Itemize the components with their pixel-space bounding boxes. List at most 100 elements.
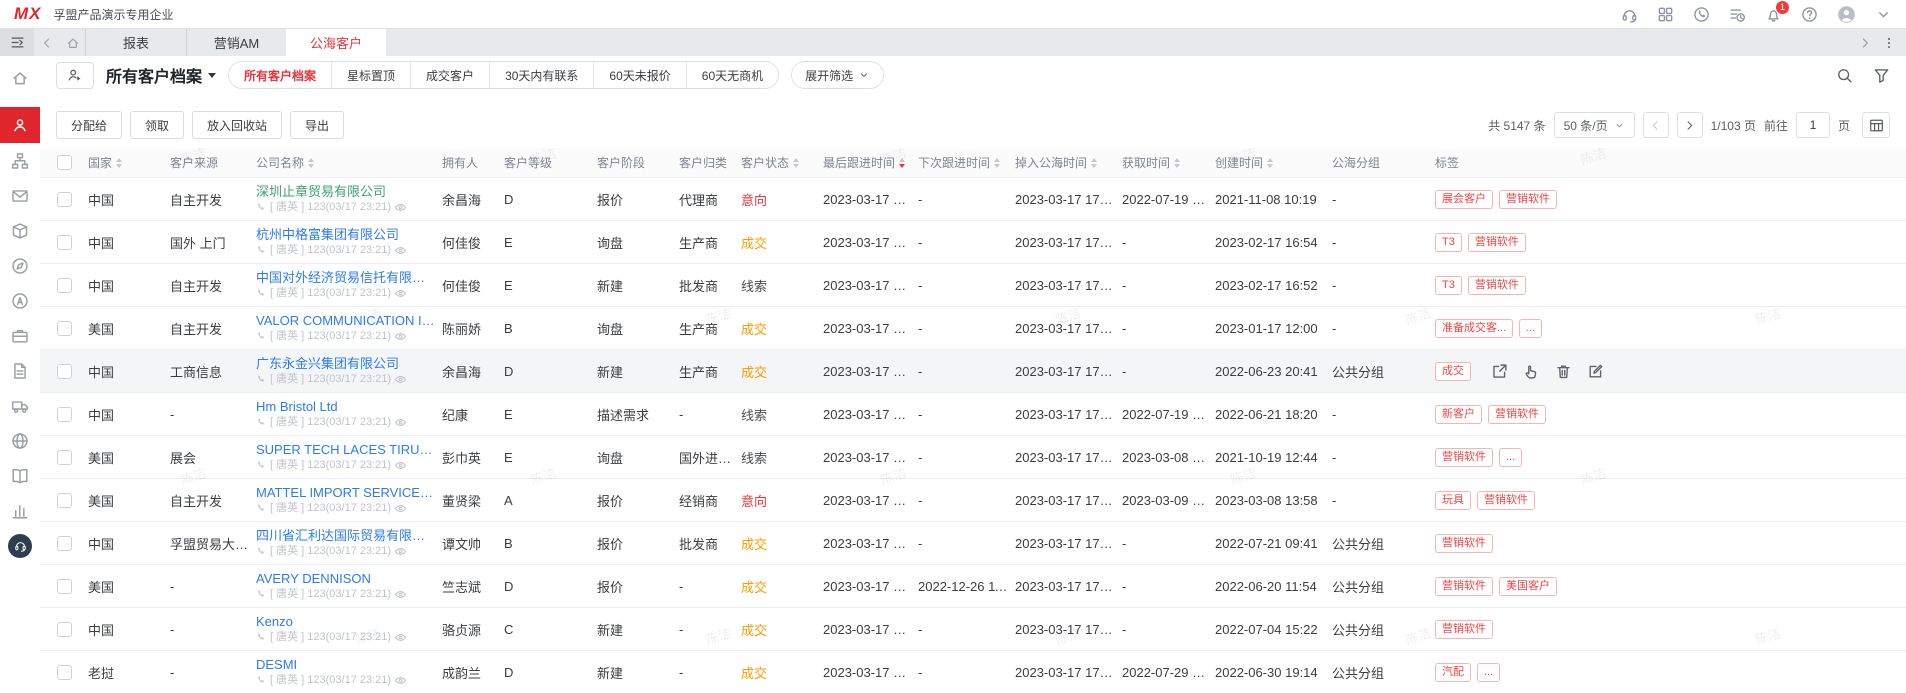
tabs-menu-kebab-icon[interactable] — [1882, 36, 1896, 50]
support-icon[interactable] — [1621, 6, 1638, 23]
sidebar-item-documents[interactable] — [0, 353, 40, 388]
page-size-select[interactable]: 50 条/页 — [1553, 112, 1635, 138]
row-checkbox[interactable] — [56, 363, 72, 379]
action-button-放入回收站[interactable]: 放入回收站 — [192, 111, 283, 139]
sidebar-item-service-chat[interactable] — [0, 528, 40, 563]
table-row[interactable]: 中国 自主开发 深圳止章贸易有限公司[ 唐英 ] 123(03/17 23:21) 余… — [40, 178, 1906, 221]
sort-icon[interactable] — [1091, 155, 1098, 171]
next-page-button[interactable] — [1676, 112, 1703, 138]
help-icon[interactable] — [1801, 6, 1818, 23]
sort-icon[interactable] — [1174, 155, 1181, 171]
sidebar-item-home[interactable] — [0, 60, 40, 95]
user-menu-caret-icon[interactable] — [1875, 6, 1892, 23]
whatsapp-icon[interactable] — [1693, 6, 1710, 23]
company-name-link[interactable]: AVERY DENNISON — [256, 571, 436, 587]
column-header-最后跟进时间[interactable]: 最后跟进时间 — [823, 154, 918, 171]
company-name-link[interactable]: MATTEL IMPORT SERVICES LLC — [256, 485, 436, 501]
quick-filter-成交客户[interactable]: 成交客户 — [410, 62, 489, 88]
sidebar-item-business[interactable] — [0, 318, 40, 353]
row-checkbox[interactable] — [56, 578, 72, 594]
activity-log-icon[interactable] — [1729, 6, 1746, 23]
eye-icon[interactable] — [394, 545, 407, 558]
eye-icon[interactable] — [394, 201, 407, 214]
home-icon[interactable] — [60, 29, 86, 56]
apps-icon[interactable] — [1657, 6, 1674, 23]
quick-filter-所有客户档案[interactable]: 所有客户档案 — [229, 62, 331, 88]
view-selector[interactable]: 所有客户档案 — [106, 63, 217, 87]
sidebar-item-global-search[interactable] — [0, 423, 40, 458]
eye-icon[interactable] — [394, 287, 407, 300]
table-row[interactable]: 中国 - Hm Bristol Ltd[ 唐英 ] 123(03/17 23:21)… — [40, 393, 1906, 436]
table-row[interactable]: 老挝 - DESMI[ 唐英 ] 123(03/17 23:21) 成韵兰 D 新建 - 成交… — [40, 651, 1906, 693]
expand-filter-button[interactable]: 展开筛选 — [791, 61, 885, 89]
eye-icon[interactable] — [394, 459, 407, 472]
row-checkbox[interactable] — [56, 449, 72, 465]
row-checkbox[interactable] — [56, 277, 72, 293]
quick-filter-60天无商机[interactable]: 60天无商机 — [685, 62, 778, 88]
company-name-link[interactable]: 深圳止章贸易有限公司 — [256, 184, 436, 200]
tab-营销AM[interactable]: 营销AM — [186, 29, 286, 56]
filter-funnel-icon[interactable] — [1873, 67, 1890, 84]
table-row[interactable]: 中国 工商信息 广东永金兴集团有限公司[ 唐英 ] 123(03/17 23:21)… — [40, 350, 1906, 393]
sort-icon[interactable] — [1267, 155, 1274, 171]
row-checkbox[interactable] — [56, 664, 72, 680]
sort-icon[interactable] — [116, 155, 123, 171]
tab-报表[interactable]: 报表 — [86, 29, 186, 56]
company-name-link[interactable]: DESMI — [256, 657, 436, 673]
sidebar-item-mail[interactable] — [0, 178, 40, 213]
table-row[interactable]: 中国 - Kenzo[ 唐英 ] 123(03/17 23:21) 骆贞源 C 新建 - 成交… — [40, 608, 1906, 651]
customer-view-switch-button[interactable] — [56, 61, 94, 89]
action-button-分配给[interactable]: 分配给 — [56, 111, 123, 139]
edit-icon[interactable] — [1587, 363, 1604, 380]
sidebar-item-org[interactable] — [0, 143, 40, 178]
action-button-导出[interactable]: 导出 — [290, 111, 345, 139]
sidebar-item-logistics[interactable] — [0, 388, 40, 423]
table-row[interactable]: 美国 自主开发 VALOR COMMUNICATION INC[ 唐英 ] 123(… — [40, 307, 1906, 350]
sort-icon[interactable] — [899, 155, 906, 171]
eye-icon[interactable] — [394, 502, 407, 515]
table-row[interactable]: 美国 自主开发 MATTEL IMPORT SERVICES LLC[ 唐英 ] 1… — [40, 479, 1906, 522]
table-row[interactable]: 中国 孚盟贸易大数据 四川省汇利达国际贸易有限公司[ 唐英 ] 123(03/17 … — [40, 522, 1906, 565]
eye-icon[interactable] — [394, 631, 407, 644]
column-header-国家[interactable]: 国家 — [88, 154, 170, 171]
sidebar-item-customers[interactable] — [0, 107, 40, 143]
table-settings-button[interactable] — [1862, 112, 1890, 138]
search-icon[interactable] — [1836, 67, 1853, 84]
sort-icon[interactable] — [793, 155, 800, 171]
sidebar-item-products[interactable] — [0, 213, 40, 248]
row-checkbox[interactable] — [56, 320, 72, 336]
column-header-掉入公海时间[interactable]: 掉入公海时间 — [1015, 154, 1122, 171]
tabs-scroll-right-icon[interactable] — [1858, 36, 1872, 50]
sort-icon[interactable] — [308, 155, 315, 171]
notifications-icon[interactable]: 1 — [1765, 0, 1789, 23]
column-header-公司名称[interactable]: 公司名称 — [256, 154, 442, 171]
table-row[interactable]: 中国 国外 上门 杭州中格富集团有限公司[ 唐英 ] 123(03/17 23:21… — [40, 221, 1906, 264]
goto-page-input[interactable] — [1795, 112, 1830, 138]
quick-filter-30天内有联系[interactable]: 30天内有联系 — [489, 62, 593, 88]
company-name-link[interactable]: 广东永金兴集团有限公司 — [256, 356, 436, 372]
column-header-获取时间[interactable]: 获取时间 — [1122, 154, 1215, 171]
column-header-客户状态[interactable]: 客户状态 — [741, 154, 823, 171]
table-row[interactable]: 美国 展会 SUPER TECH LACES TIRUPUR PVT LTD[ 唐英… — [40, 436, 1906, 479]
sort-icon[interactable] — [994, 155, 1001, 171]
row-checkbox[interactable] — [56, 406, 72, 422]
eye-icon[interactable] — [394, 244, 407, 257]
sidebar-item-marketing[interactable] — [0, 283, 40, 318]
select-all-checkbox[interactable] — [56, 155, 72, 170]
action-button-领取[interactable]: 领取 — [130, 111, 185, 139]
sidebar-item-knowledge[interactable] — [0, 458, 40, 493]
eye-icon[interactable] — [394, 416, 407, 429]
transfer-icon[interactable] — [1491, 363, 1508, 380]
company-name-link[interactable]: 杭州中格富集团有限公司 — [256, 227, 436, 243]
eye-icon[interactable] — [394, 674, 407, 687]
sidebar-item-reports[interactable] — [0, 493, 40, 528]
column-header-创建时间[interactable]: 创建时间 — [1215, 154, 1332, 171]
table-row[interactable]: 美国 - AVERY DENNISON[ 唐英 ] 123(03/17 23:21)… — [40, 565, 1906, 608]
row-checkbox[interactable] — [56, 535, 72, 551]
table-row[interactable]: 中国 自主开发 中国对外经济贸易信托有限公司[ 唐英 ] 123(03/17 23:… — [40, 264, 1906, 307]
row-checkbox[interactable] — [56, 492, 72, 508]
back-chevron-icon[interactable] — [34, 29, 60, 56]
eye-icon[interactable] — [394, 588, 407, 601]
company-name-link[interactable]: SUPER TECH LACES TIRUPUR PVT LTD — [256, 442, 436, 458]
column-header-下次跟进时间[interactable]: 下次跟进时间 — [918, 154, 1015, 171]
